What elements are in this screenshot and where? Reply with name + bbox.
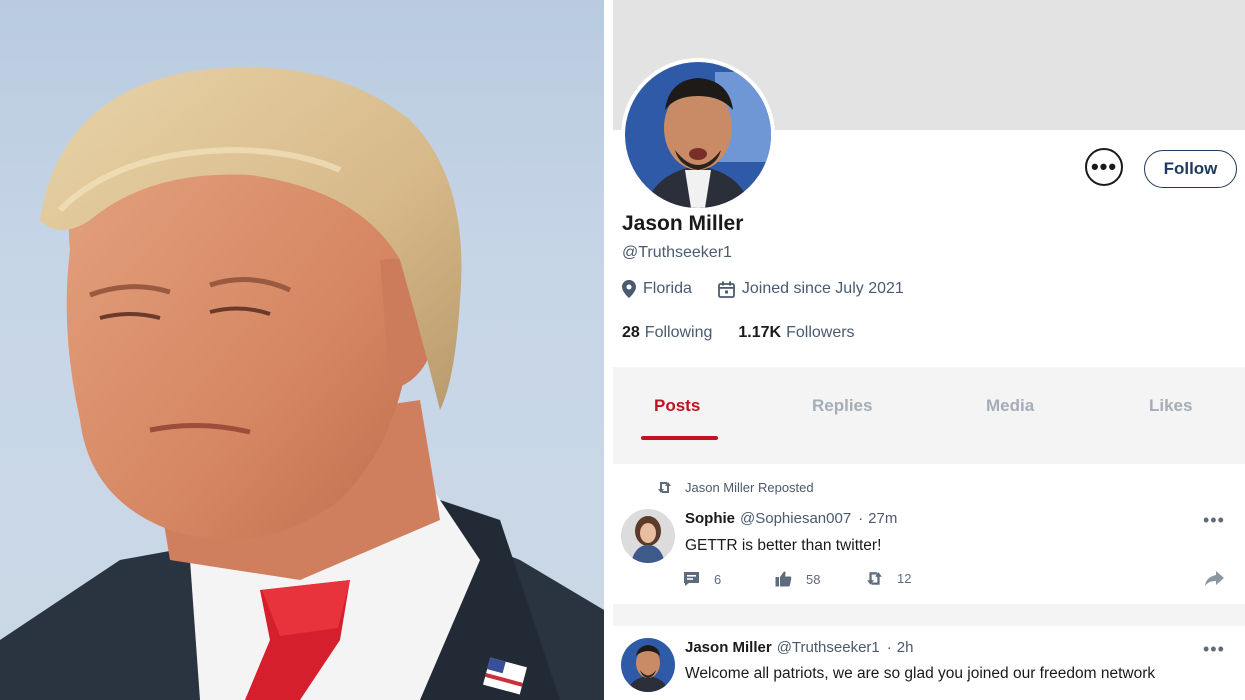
- following-link[interactable]: 28 Following: [622, 324, 712, 342]
- repost-count: 12: [897, 571, 912, 586]
- post-header: Sophie @Sophiesan007 · 27m: [685, 510, 898, 527]
- comment-count: 6: [714, 571, 722, 587]
- tab-likes[interactable]: Likes: [1149, 396, 1192, 416]
- post-menu-button[interactable]: •••: [1203, 510, 1225, 531]
- profile-stats: 28 Following 1.17K Followers: [622, 324, 855, 342]
- calendar-icon: [718, 281, 735, 298]
- post-author-avatar[interactable]: [621, 638, 675, 692]
- post-timestamp[interactable]: 27m: [868, 510, 897, 527]
- post-author-name[interactable]: Jason Miller: [685, 639, 772, 656]
- post-author-handle[interactable]: @Truthseeker1: [777, 639, 880, 656]
- share-arrow-icon: [1204, 571, 1224, 591]
- thumbs-up-icon: [775, 571, 792, 587]
- profile-avatar[interactable]: [621, 58, 775, 212]
- post-author-name[interactable]: Sophie: [685, 510, 735, 527]
- post-author-avatar[interactable]: [621, 509, 675, 563]
- repost-icon: [657, 481, 672, 494]
- profile-page: ••• Follow Jason Miller @Truthseeker1 Fl…: [613, 0, 1245, 700]
- avatar-image: [625, 62, 771, 208]
- more-options-button[interactable]: •••: [1085, 148, 1123, 186]
- followers-label: Followers: [786, 324, 855, 341]
- post-text: Welcome all patriots, we are so glad you…: [685, 665, 1156, 682]
- following-count: 28: [622, 324, 640, 341]
- followers-link[interactable]: 1.17K Followers: [738, 324, 854, 342]
- post-text: GETTR is better than twitter!: [685, 537, 882, 554]
- follow-button[interactable]: Follow: [1144, 150, 1237, 188]
- avatar-image: [621, 509, 675, 563]
- profile-meta: Florida Joined since July 2021: [622, 280, 904, 298]
- post-timestamp[interactable]: 2h: [897, 639, 914, 656]
- post-menu-button[interactable]: •••: [1203, 639, 1225, 660]
- tab-media[interactable]: Media: [986, 396, 1034, 416]
- repost-button[interactable]: 12: [866, 571, 911, 586]
- panel-divider: [604, 0, 613, 700]
- repost-label: Jason Miller Reposted: [685, 480, 814, 495]
- profile-display-name: Jason Miller: [622, 212, 744, 235]
- tab-replies[interactable]: Replies: [812, 396, 872, 416]
- tab-posts[interactable]: Posts: [654, 396, 700, 416]
- profile-handle: @Truthseeker1: [622, 244, 732, 261]
- post-separator: [613, 604, 1245, 626]
- following-label: Following: [644, 324, 713, 341]
- active-tab-indicator: [641, 436, 718, 440]
- comment-icon: [683, 571, 700, 587]
- profile-joined: Joined since July 2021: [741, 280, 904, 297]
- repost-icon: [866, 571, 883, 586]
- like-count: 58: [806, 571, 821, 587]
- post-header: Jason Miller @Truthseeker1 · 2h: [685, 639, 914, 656]
- repost-indicator: Jason Miller Reposted: [657, 480, 814, 495]
- followers-count: 1.17K: [738, 324, 782, 341]
- comment-button[interactable]: 6: [683, 571, 721, 587]
- portrait-photo: [0, 0, 604, 700]
- post-author-handle[interactable]: @Sophiesan007: [740, 510, 851, 527]
- avatar-image: [621, 638, 675, 692]
- share-button[interactable]: [1204, 571, 1224, 592]
- portrait-illustration: [0, 67, 604, 700]
- map-pin-icon: [622, 280, 636, 298]
- profile-location: Florida: [643, 280, 692, 297]
- like-button[interactable]: 58: [775, 571, 820, 587]
